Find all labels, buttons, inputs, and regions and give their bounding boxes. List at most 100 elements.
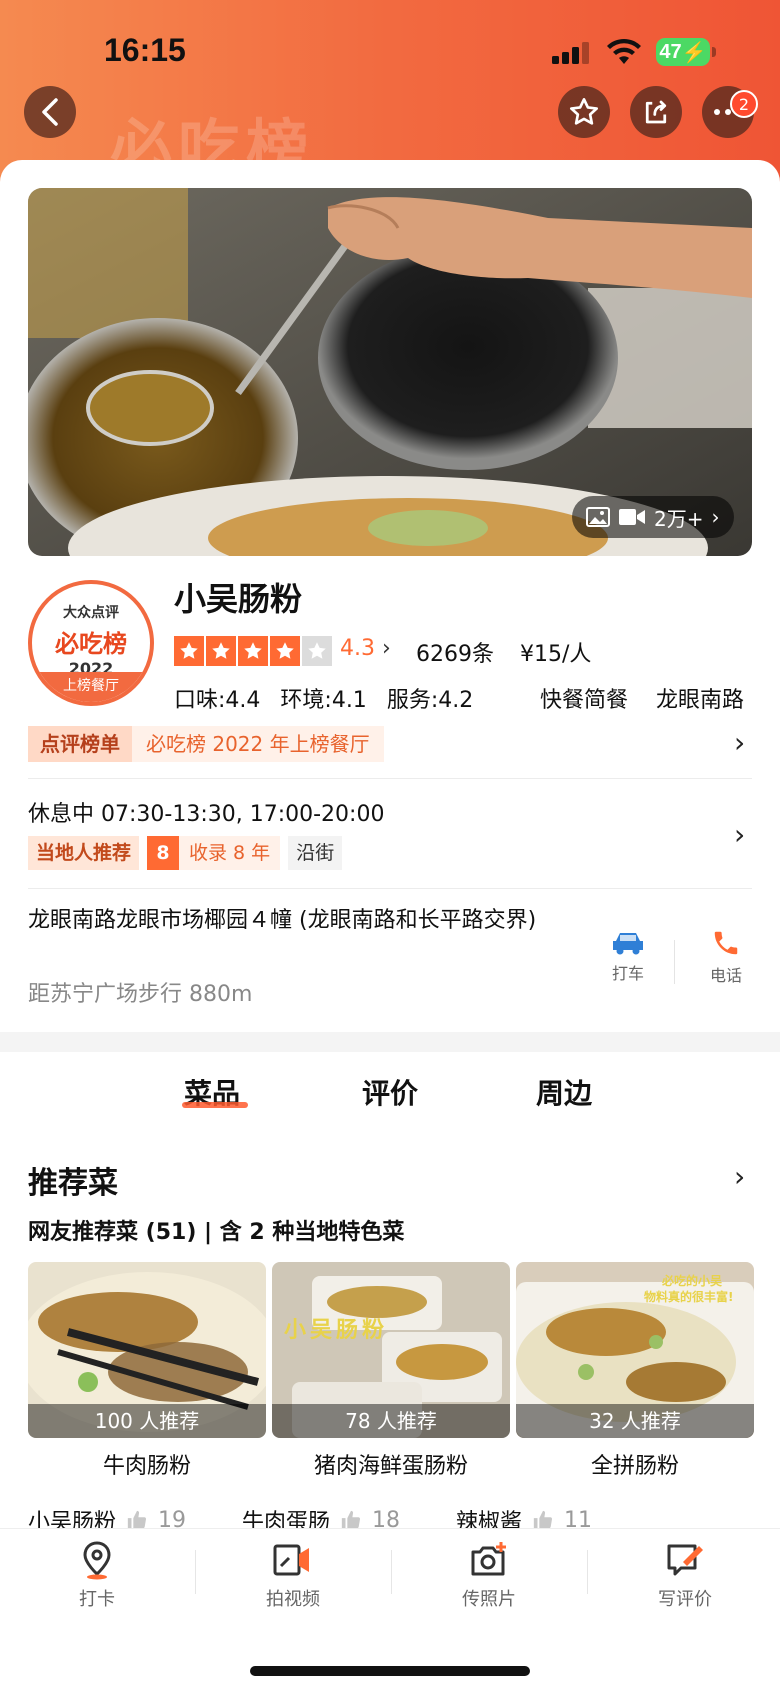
star-filled-icon — [238, 636, 268, 666]
phone-label: 电话 — [709, 966, 742, 985]
cellular-signal-icon — [552, 42, 589, 64]
local-recommend-tag: 当地人推荐 — [28, 836, 140, 870]
award-title: 必吃榜 — [55, 630, 127, 658]
ranking-tag: 点评榜单 — [28, 726, 132, 762]
media-count: 2万+ — [654, 506, 704, 531]
star-rating — [174, 636, 332, 666]
taxi-label: 打车 — [611, 964, 644, 983]
dish-photo-caption: 物料真的很丰富! — [644, 1290, 734, 1304]
charging-bolt-icon: ⚡ — [681, 41, 707, 64]
back-arrow-icon — [42, 98, 58, 126]
upload-photo-label: 传照片 — [462, 1589, 516, 1610]
dish-card[interactable]: 小吴肠粉 78 人推荐 猪肉海鲜蛋肠粉 — [272, 1262, 510, 1480]
photo-icon — [586, 507, 610, 527]
dish-card[interactable]: 必吃的小吴 物料真的很丰富! 32 人推荐 全拼肠粉 — [516, 1262, 754, 1480]
review-count[interactable]: 6269条 — [416, 636, 494, 668]
years-number-tag: 8 — [147, 836, 180, 870]
notification-badge: 2 — [730, 90, 758, 118]
star-filled-icon — [174, 636, 204, 666]
star-empty-icon — [302, 636, 332, 666]
rating-score: 4.3 — [340, 636, 375, 661]
upload-photo-button[interactable]: 传照片 — [419, 1540, 559, 1611]
camera-plus-icon — [471, 1542, 506, 1576]
service-score: 服务:4.2 — [386, 688, 474, 713]
dish-recommend-count: 100 人推荐 — [28, 1404, 266, 1438]
tab-reviews[interactable]: 评价 — [362, 1072, 418, 1112]
walking-distance: 距苏宁广场步行 880m — [28, 982, 253, 1007]
taxi-button[interactable]: 打车 — [602, 930, 654, 984]
status-time: 16:15 — [104, 32, 186, 68]
dish-photo: 100 人推荐 — [28, 1262, 266, 1438]
location-pin-icon — [83, 1541, 111, 1580]
taste-score: 口味:4.4 — [174, 688, 261, 713]
checkin-button[interactable]: 打卡 — [27, 1540, 167, 1611]
dish-recommend-count: 78 人推荐 — [272, 1404, 510, 1438]
write-review-label: 写评价 — [658, 1589, 712, 1610]
section-title: 推荐菜 — [28, 1166, 118, 1201]
dish-photo-caption: 必吃的小吴 — [662, 1274, 723, 1288]
chevron-right-icon: › — [375, 636, 391, 661]
shop-name: 小吴肠粉 — [174, 580, 303, 618]
rating-link[interactable]: 4.3 › — [340, 636, 391, 661]
hours-chevron-icon[interactable]: › — [734, 818, 745, 851]
section-gap — [0, 1032, 780, 1052]
action-separator — [674, 940, 675, 984]
share-icon — [645, 100, 667, 124]
ranking-banner[interactable]: 点评榜单 必吃榜 2022 年上榜餐厅 — [28, 726, 384, 762]
toolbar-separator — [587, 1550, 588, 1594]
business-hours: 休息中 07:30-13:30, 17:00-20:00 — [28, 802, 385, 827]
star-filled-icon — [270, 636, 300, 666]
shop-area[interactable]: 龙眼南路 — [656, 682, 744, 714]
price-per-person: ¥15/人 — [520, 642, 592, 667]
years-listed-tag: 收录 8 年 — [179, 836, 281, 870]
award-caption: 上榜餐厅 — [32, 672, 150, 702]
toolbar-separator — [195, 1550, 196, 1594]
dish-photo: 小吴肠粉 78 人推荐 — [272, 1262, 510, 1438]
dish-photo-caption: 小吴肠粉 — [284, 1318, 389, 1343]
dishes-chevron-icon[interactable]: › — [734, 1160, 745, 1193]
battery-tip — [712, 47, 716, 57]
dish-card[interactable]: 100 人推荐 牛肉肠粉 — [28, 1262, 266, 1480]
ranking-text: 必吃榜 2022 年上榜餐厅 — [132, 726, 384, 762]
divider — [28, 888, 752, 889]
shop-tags: 当地人推荐 8 收录 8 年 沿街 — [28, 836, 343, 870]
record-video-button[interactable]: 拍视频 — [223, 1540, 363, 1611]
car-icon — [613, 933, 643, 955]
toolbar-separator — [391, 1550, 392, 1594]
ranking-chevron-icon[interactable]: › — [734, 726, 745, 759]
dish-photo: 必吃的小吴 物料真的很丰富! 32 人推荐 — [516, 1262, 754, 1438]
divider — [28, 778, 752, 779]
chevron-right-icon: › — [711, 505, 720, 529]
video-camera-icon — [273, 1544, 309, 1576]
favorite-button[interactable] — [558, 86, 610, 138]
back-button[interactable] — [24, 86, 76, 138]
star-outline-icon — [570, 98, 598, 125]
section-subtitle: 网友推荐菜 (51) | 含 2 种当地特色菜 — [28, 1220, 405, 1245]
edit-review-icon — [667, 1544, 703, 1576]
award-badge: 大众点评 必吃榜 2022 上榜餐厅 — [28, 580, 154, 706]
dish-recommend-count: 32 人推荐 — [516, 1404, 754, 1438]
phone-button[interactable]: 电话 — [700, 928, 752, 986]
tab-nearby[interactable]: 周边 — [536, 1072, 592, 1112]
dish-name: 牛肉肠粉 — [102, 1454, 191, 1479]
media-gallery-button[interactable]: 2万+ › — [572, 496, 734, 538]
status-bar: 16:15 47 ⚡ — [0, 0, 780, 96]
sub-scores: 口味:4.4 环境:4.1 服务:4.2 — [174, 682, 473, 714]
street-tag: 沿街 — [288, 836, 343, 870]
checkin-label: 打卡 — [79, 1589, 115, 1610]
home-indicator — [250, 1666, 530, 1676]
record-video-label: 拍视频 — [266, 1589, 320, 1610]
wifi-icon — [607, 38, 641, 64]
award-brand: 大众点评 — [63, 605, 119, 621]
environment-score: 环境:4.1 — [280, 688, 367, 713]
active-tab-indicator — [182, 1102, 248, 1108]
battery-level: 47 — [659, 40, 682, 63]
star-filled-icon — [206, 636, 236, 666]
phone-icon — [714, 931, 738, 955]
dish-name: 全拼肠粉 — [590, 1454, 679, 1479]
shop-address[interactable]: 龙眼南路龙眼市场椰园４幢 (龙眼南路和长平路交界) — [28, 906, 548, 936]
battery-indicator: 47 ⚡ — [656, 38, 710, 66]
share-button[interactable] — [630, 86, 682, 138]
shop-category[interactable]: 快餐简餐 — [540, 682, 628, 714]
write-review-button[interactable]: 写评价 — [615, 1540, 755, 1611]
